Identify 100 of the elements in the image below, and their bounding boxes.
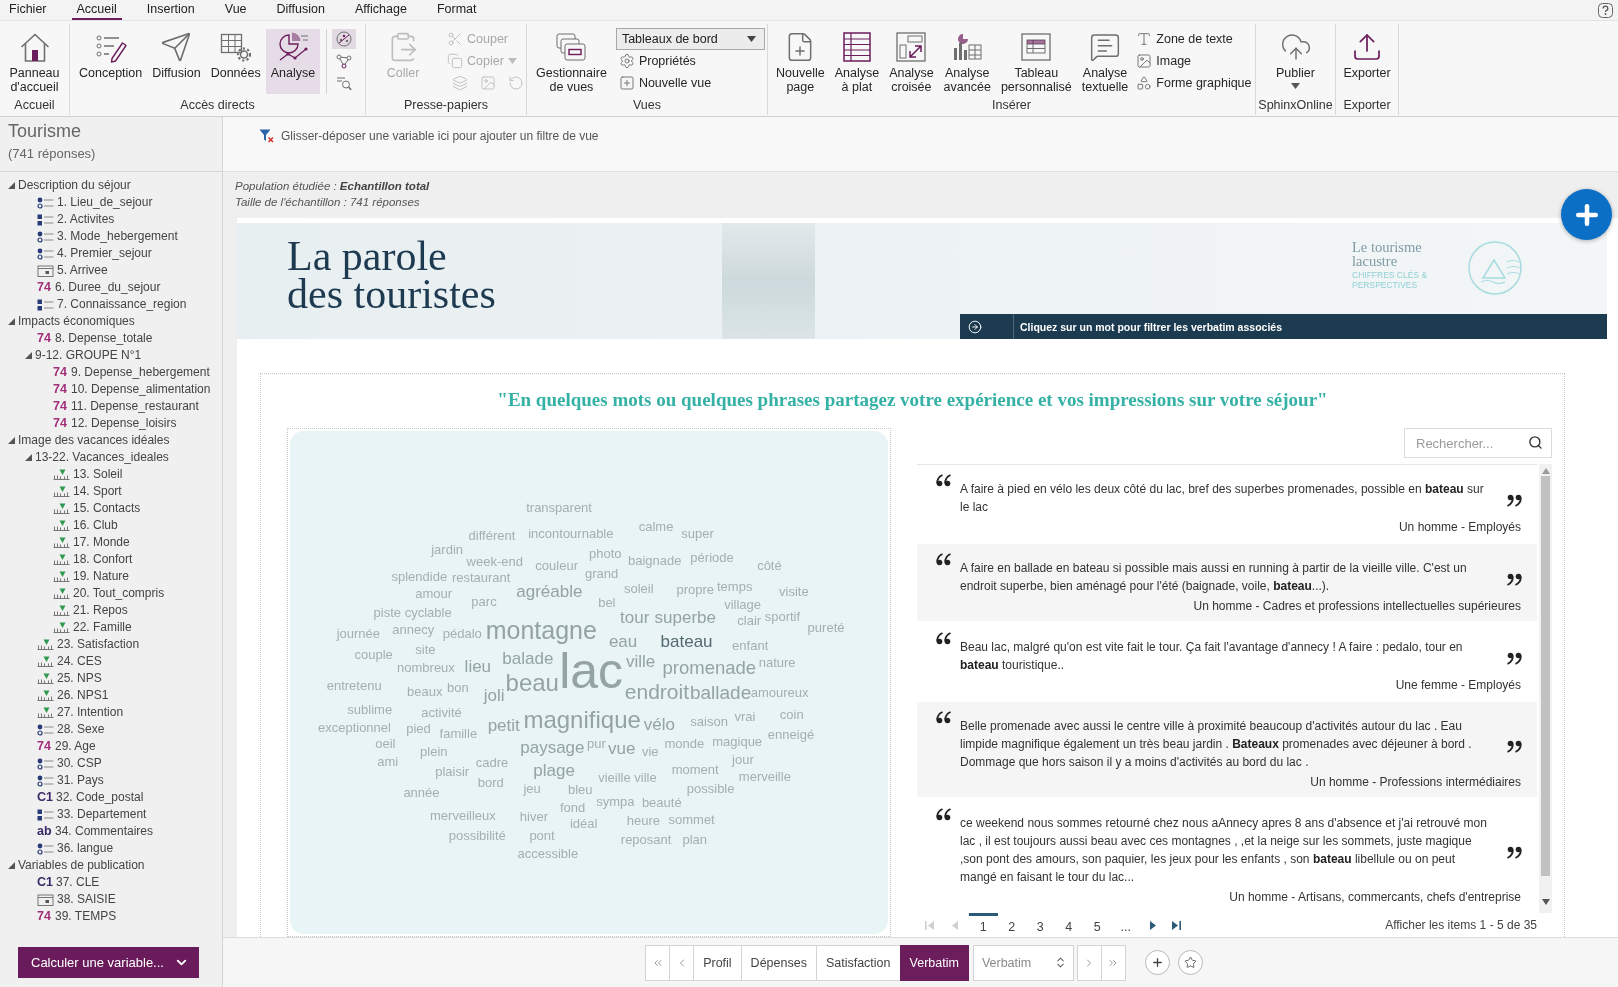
cloud-word[interactable]: pied — [406, 721, 431, 735]
favorite-button[interactable] — [1177, 950, 1203, 975]
cloud-word[interactable]: sommet — [668, 812, 715, 826]
menu-tab[interactable]: Fichier — [4, 0, 52, 20]
ribbon-button[interactable]: Diffusion — [147, 29, 206, 94]
ribbon-small-button[interactable]: Nouvelle vue — [615, 72, 765, 94]
cloud-word[interactable]: visite — [779, 584, 809, 598]
cloud-word[interactable]: endroit — [624, 680, 689, 702]
cloud-word[interactable]: site — [415, 642, 436, 656]
cloud-word[interactable]: possible — [686, 781, 735, 795]
ribbon-button[interactable]: Analyse — [265, 29, 321, 94]
cloud-word[interactable]: coin — [779, 707, 804, 721]
cloud-word[interactable]: piste cyclable — [373, 605, 452, 619]
scroll-up-triangle-icon[interactable] — [1541, 468, 1550, 474]
cloud-word[interactable]: cadre — [475, 755, 509, 769]
cloud-word[interactable]: couple — [354, 648, 393, 661]
cloud-word[interactable]: sympa — [596, 794, 635, 808]
tree-variable-item[interactable]: 30. CSP — [37, 756, 102, 771]
scroll-down-triangle-icon[interactable] — [1541, 899, 1550, 905]
cloud-word[interactable]: jour — [732, 752, 754, 766]
cloud-word[interactable]: pureté — [807, 620, 845, 634]
cloud-word[interactable]: amoureux — [750, 685, 809, 699]
tree-variable-item[interactable]: 24. CES — [37, 654, 102, 669]
cloud-word[interactable]: nature — [758, 655, 796, 669]
view-tab[interactable]: Verbatim — [899, 944, 969, 981]
cloud-word[interactable]: oeil — [375, 736, 396, 750]
tree-variable-item[interactable]: 28. Sexe — [37, 722, 105, 737]
tree-variable-item[interactable]: 26. NPS1 — [37, 688, 109, 703]
cloud-word[interactable]: merveille — [738, 769, 791, 783]
ribbon-button[interactable]: Publier — [1270, 29, 1321, 94]
ribbon-button[interactable]: Panneau d'accueil — [4, 29, 65, 94]
tree-variable-item[interactable]: 25. NPS — [37, 671, 102, 686]
ribbon-button[interactable]: Analyse avancée — [938, 29, 996, 94]
tree-variable-item[interactable]: 16. Club — [53, 518, 118, 533]
cloud-word[interactable]: vélo — [643, 715, 676, 733]
cloud-word[interactable]: balade — [502, 649, 554, 667]
view-select[interactable]: Verbatim — [972, 944, 1074, 981]
cloud-word[interactable]: superbe — [654, 608, 717, 626]
cloud-word[interactable]: joli — [483, 686, 505, 704]
cloud-word[interactable]: ami — [377, 754, 399, 768]
cloud-word[interactable]: vue — [608, 739, 636, 757]
view-type-dropdown[interactable]: Tableaux de bord — [615, 28, 765, 50]
search-icon[interactable] — [1528, 435, 1543, 450]
tree-variable-item[interactable]: 19. Nature — [53, 569, 130, 584]
cloud-word[interactable]: hiver — [519, 809, 549, 823]
cloud-word[interactable]: grand — [585, 566, 619, 580]
ribbon-button[interactable]: Exporter — [1338, 29, 1396, 94]
cloud-word[interactable]: magique — [712, 734, 763, 748]
cloud-word[interactable]: moment — [671, 762, 719, 776]
cloud-word[interactable]: famille — [439, 726, 478, 740]
tree-variable-item[interactable]: 14. Sport — [53, 484, 122, 499]
cloud-word[interactable]: tour — [620, 608, 650, 626]
help-icon[interactable] — [1598, 2, 1613, 18]
cloud-word[interactable]: montagne — [485, 617, 597, 643]
tree-variable-item[interactable]: 15. Contacts — [53, 501, 141, 516]
previous-view-button[interactable] — [669, 944, 695, 981]
tree-variable-item[interactable]: 22. Famille — [53, 620, 132, 635]
cloud-word[interactable]: ville — [625, 652, 656, 670]
cloud-word[interactable]: différent — [468, 528, 516, 542]
ribbon-button[interactable]: Analyse textuelle — [1076, 29, 1134, 94]
cloud-word[interactable]: reposant — [620, 832, 672, 845]
cloud-word[interactable]: petit — [487, 716, 520, 734]
tree-variable-item[interactable]: 74 10. Depense_alimentation — [53, 382, 211, 397]
cloud-word[interactable]: plaisir — [435, 764, 470, 778]
cloud-word[interactable]: paysage — [520, 738, 585, 756]
cloud-word[interactable]: amour — [415, 586, 453, 600]
cloud-word[interactable]: couleur — [535, 558, 578, 572]
cloud-word[interactable]: monde — [664, 736, 705, 750]
cloud-word[interactable]: année — [403, 785, 440, 799]
page-number-button[interactable]: 5 — [1083, 913, 1112, 937]
view-tab[interactable]: Dépenses — [740, 944, 817, 981]
ribbon-button[interactable]: Tableau personnalisé — [995, 29, 1077, 94]
cloud-word[interactable]: agréable — [516, 582, 583, 600]
add-view-button[interactable] — [1144, 950, 1170, 975]
cloud-word[interactable]: village — [724, 597, 761, 611]
menu-tab[interactable]: Format — [431, 0, 482, 20]
cloud-word[interactable]: pur — [587, 736, 606, 750]
tree-variable-item[interactable]: 74 6. Duree_du_sejour — [37, 280, 161, 295]
cloud-word[interactable]: beau — [505, 671, 559, 696]
tree-variable-item[interactable]: 74 12. Depense_loisirs — [53, 416, 177, 431]
cloud-word[interactable]: calme — [638, 519, 674, 533]
cloud-word[interactable]: vie — [641, 744, 659, 758]
last-view-button[interactable] — [1100, 944, 1126, 981]
cloud-word[interactable]: période — [690, 550, 734, 564]
menu-tab[interactable]: Vue — [219, 0, 252, 20]
cloud-word[interactable]: temps — [717, 579, 753, 593]
cloud-word[interactable]: sublime — [347, 702, 393, 716]
cloud-word[interactable]: bord — [477, 775, 504, 789]
scrollbar-thumb[interactable] — [1541, 476, 1550, 876]
tree-group-item[interactable]: Description du séjour — [8, 178, 131, 193]
tree-variable-item[interactable]: ab 34. Commentaires — [37, 824, 154, 839]
cloud-word[interactable]: enneigé — [767, 727, 815, 741]
cloud-word[interactable]: bleu — [567, 782, 593, 796]
cloud-word[interactable]: promenade — [662, 659, 757, 678]
cloud-word[interactable]: fond — [560, 800, 586, 814]
cloud-word[interactable]: photo — [589, 546, 622, 560]
cloud-word[interactable]: nombreux — [397, 660, 455, 674]
cloud-word[interactable]: annecy — [392, 622, 435, 636]
tree-group-item[interactable]: 9-12. GROUPE N°1 — [25, 348, 142, 363]
cloud-word[interactable]: côté — [757, 558, 782, 572]
